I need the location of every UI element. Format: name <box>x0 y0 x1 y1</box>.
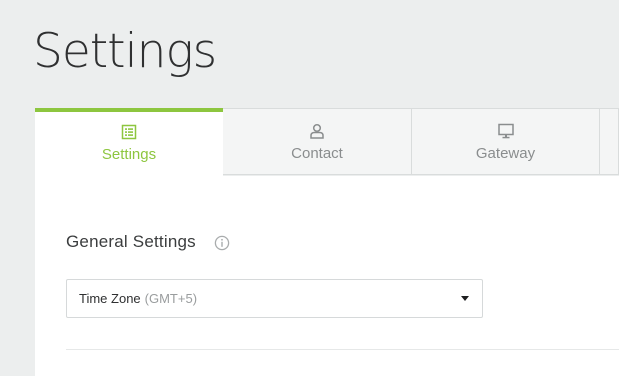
timezone-label: Time Zone <box>79 291 141 306</box>
tab-contact-label: Contact <box>291 145 343 162</box>
tab-settings-label: Settings <box>101 146 157 163</box>
tab-bar: Settings Contact Gateway <box>35 108 619 176</box>
timezone-select[interactable]: Time Zone (GMT+5) <box>66 279 483 318</box>
settings-panel: General Settings Time Zone (GMT+5) <box>35 176 619 376</box>
monitor-icon <box>497 123 514 139</box>
tab-gateway-label: Gateway <box>475 145 536 162</box>
timezone-select-text: Time Zone (GMT+5) <box>79 291 197 306</box>
chevron-down-icon <box>461 296 469 301</box>
general-settings-heading: General Settings <box>66 232 196 251</box>
tab-contact[interactable]: Contact <box>223 108 412 175</box>
timezone-value: (GMT+5) <box>144 291 198 306</box>
section-divider <box>66 349 619 350</box>
settings-page: Settings Settings Contact Gateway Genera… <box>0 0 619 376</box>
tab-gateway[interactable]: Gateway <box>412 108 600 175</box>
tab-settings[interactable]: Settings <box>35 108 223 176</box>
info-icon[interactable] <box>214 235 230 251</box>
tab-next-partial[interactable] <box>600 108 619 175</box>
settings-icon <box>121 124 137 140</box>
page-title: Settings <box>33 24 217 79</box>
contact-icon <box>310 123 324 139</box>
